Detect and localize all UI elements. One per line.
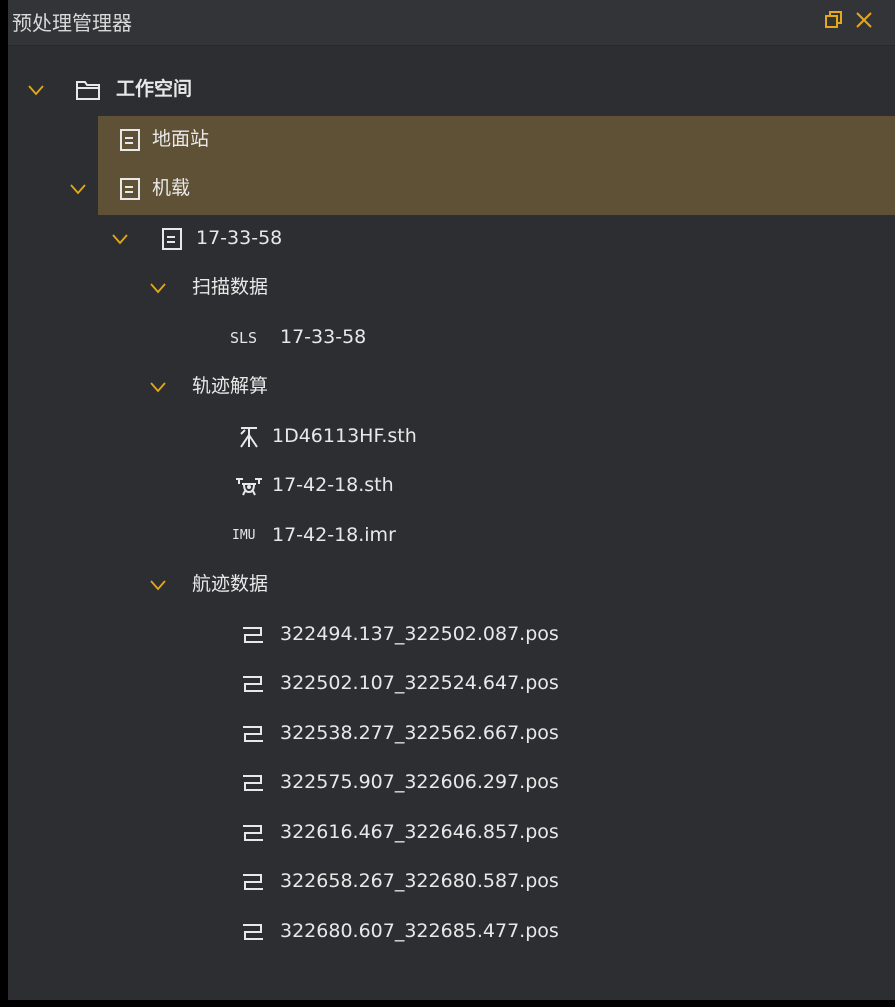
trajectory-icon: [243, 923, 263, 940]
chevron-down-icon[interactable]: [68, 179, 88, 199]
tree-leaf-pos-file[interactable]: 322680.607_322685.477.pos: [8, 908, 895, 958]
chevron-down-icon[interactable]: [148, 377, 168, 397]
tree-node-label: 扫描数据: [192, 276, 269, 298]
imu-icon: IMU: [232, 527, 256, 543]
tree-leaf-label: 322494.137_322502.087.pos: [280, 622, 559, 645]
trajectory-icon: [243, 626, 263, 643]
panel-title: 预处理管理器: [12, 11, 132, 35]
tree-node-session[interactable]: 17-33-58: [8, 215, 895, 265]
tree-node-label: 轨迹解算: [192, 375, 269, 397]
trajectory-icon: [243, 676, 263, 692]
trajectory-icon: [243, 775, 263, 791]
chevron-down-icon[interactable]: [148, 278, 168, 298]
document-icon: [120, 128, 140, 151]
trajectory-icon: [243, 874, 263, 890]
chevron-down-icon[interactable]: [148, 575, 168, 595]
preprocess-manager-panel: 预处理管理器 工作空间 地面站 机载 17-33-58 扫描数据 SLS 17-…: [8, 0, 895, 1000]
tree-leaf-label: 322680.607_322685.477.pos: [280, 919, 559, 942]
tree-leaf-label: 322658.267_322680.587.pos: [280, 870, 559, 892]
tree-leaf-pos-file[interactable]: 322658.267_322680.587.pos: [8, 858, 895, 908]
tree-node-label: 机载: [152, 177, 191, 199]
document-icon: [120, 178, 140, 200]
tree-node-airborne[interactable]: 机载: [8, 165, 895, 215]
base-station-icon: [240, 426, 258, 448]
tree-node-label: 地面站: [152, 127, 210, 150]
tree-leaf-label: 322538.277_322562.667.pos: [280, 721, 559, 744]
tree-node-workspace[interactable]: 工作空间: [8, 66, 895, 116]
tree-leaf-label: 17-42-18.imr: [272, 523, 396, 546]
tree-node-scan-data[interactable]: 扫描数据: [8, 264, 895, 314]
trajectory-icon: [243, 725, 263, 742]
tree-leaf-label: 322575.907_322606.297.pos: [280, 771, 559, 793]
tree-leaf-label: 322616.467_322646.857.pos: [280, 820, 559, 843]
file-tree: 工作空间 地面站 机载 17-33-58 扫描数据 SLS 17-33-58 轨…: [8, 66, 895, 957]
tree-node-label: 工作空间: [116, 78, 193, 100]
tree-leaf-imu-file[interactable]: IMU 17-42-18.imr: [8, 512, 895, 562]
tree-node-label: 航迹数据: [192, 573, 269, 595]
close-icon[interactable]: [852, 8, 876, 32]
drone-icon: [236, 478, 262, 496]
tree-node-label: 17-33-58: [196, 226, 283, 249]
tree-node-trajectory-solve[interactable]: 轨迹解算: [8, 363, 895, 413]
chevron-down-icon[interactable]: [26, 80, 46, 100]
tree-leaf-label: 17-33-58: [280, 325, 367, 348]
tree-leaf-pos-file[interactable]: 322538.277_322562.667.pos: [8, 710, 895, 760]
tree-leaf-pos-file[interactable]: 322494.137_322502.087.pos: [8, 611, 895, 661]
tree-leaf-scan-file[interactable]: SLS 17-33-58: [8, 314, 895, 364]
tree-leaf-label: 1D46113HF.sth: [272, 424, 417, 447]
document-icon: [162, 227, 182, 250]
tree-leaf-label: 322502.107_322524.647.pos: [280, 672, 559, 694]
tree-node-flight-data[interactable]: 航迹数据: [8, 561, 895, 611]
trajectory-icon: [243, 824, 263, 841]
tree-leaf-pos-file[interactable]: 322502.107_322524.647.pos: [8, 660, 895, 710]
tree-leaf-label: 17-42-18.sth: [272, 474, 394, 496]
folder-icon: [76, 81, 100, 100]
tree-leaf-drone-file[interactable]: 17-42-18.sth: [8, 462, 895, 512]
sls-icon: SLS: [230, 328, 258, 347]
restore-window-icon[interactable]: [822, 8, 846, 32]
panel-titlebar: 预处理管理器: [8, 0, 895, 46]
chevron-down-icon[interactable]: [110, 229, 130, 249]
tree-leaf-base-file[interactable]: 1D46113HF.sth: [8, 413, 895, 463]
tree-leaf-pos-file[interactable]: 322616.467_322646.857.pos: [8, 809, 895, 859]
tree-node-ground-station[interactable]: 地面站: [8, 115, 895, 166]
tree-leaf-pos-file[interactable]: 322575.907_322606.297.pos: [8, 759, 895, 809]
